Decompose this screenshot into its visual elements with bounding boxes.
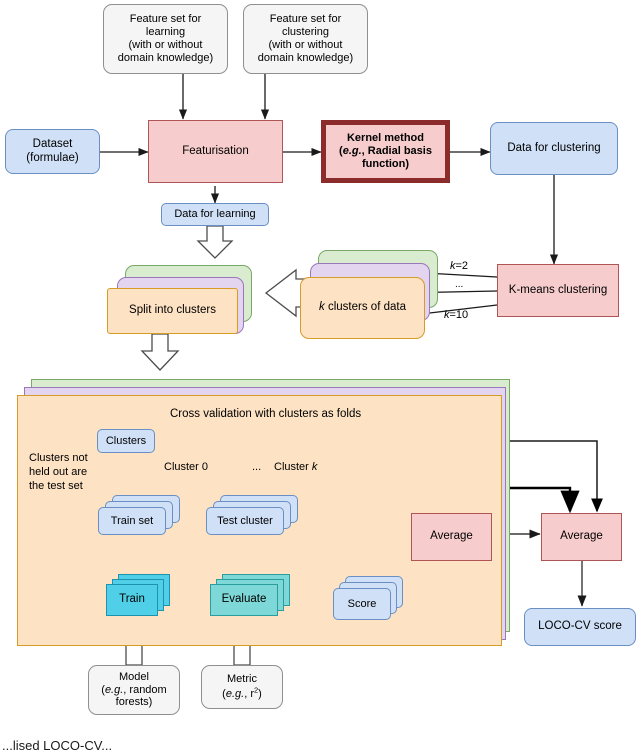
feature-set-learning-line1: Feature set for — [129, 13, 202, 26]
data-for-learning-box: Data for learning — [161, 203, 269, 226]
feature-set-learning-line2: learning — [145, 26, 186, 39]
metric-line2: (e.g., r2) — [222, 685, 262, 700]
dataset-line1: Dataset — [32, 137, 73, 150]
dataset-box: Dataset (formulae) — [5, 129, 100, 174]
feature-set-learning-line3: (with or without — [128, 39, 203, 51]
k-ellipsis-label: ... — [455, 279, 464, 290]
average-inner-box: Average — [411, 513, 492, 561]
train-label: Train — [119, 593, 145, 606]
cv-heading-label: Cross validation with clusters as folds — [170, 408, 362, 420]
model-line1: Model — [119, 670, 149, 683]
clusters-not-held-out-note: Clusters not held out are the test set — [29, 452, 88, 492]
test-cluster-label: Test cluster — [217, 514, 273, 527]
kernel-method-line3: function) — [361, 157, 410, 170]
diagram-canvas: Feature set for learning (with or withou… — [0, 0, 640, 750]
model-line2: (e.g., random — [101, 683, 167, 696]
loco-cv-score-box: LOCO-CV score — [524, 608, 636, 646]
score-label: Score — [347, 597, 377, 610]
evaluate-box: Evaluate — [210, 584, 278, 616]
split-into-clusters-label: Split into clusters — [129, 304, 216, 317]
cluster-ellipsis-label: ... — [252, 461, 262, 473]
average-outer-label: Average — [560, 530, 603, 543]
cluster-k-label: Cluster k — [274, 461, 318, 473]
test-cluster-box: Test cluster — [206, 507, 284, 535]
kernel-method-line2: (e.g., Radial basis — [339, 145, 432, 158]
split-into-clusters-box: Split into clusters — [107, 288, 238, 334]
score-box: Score — [333, 588, 391, 620]
model-line3: forests) — [115, 696, 153, 709]
data-for-clustering-label: Data for clustering — [507, 141, 601, 154]
train-set-box: Train set — [98, 507, 166, 535]
featurisation-label: Featurisation — [182, 144, 249, 157]
feature-set-clustering-line4: domain knowledge) — [257, 51, 354, 64]
k-equals-10-label: k=10 — [444, 309, 469, 321]
clusters-box: Clusters — [97, 429, 155, 453]
k-clusters-of-data-box: k clusters of data — [300, 277, 425, 339]
average-outer-box: Average — [541, 513, 622, 561]
data-for-learning-label: Data for learning — [174, 208, 256, 221]
feature-set-learning-box: Feature set for learning (with or withou… — [103, 4, 228, 74]
kernel-method-line1: Kernel method — [346, 132, 424, 145]
train-box: Train — [106, 584, 158, 616]
dataset-line2: (formulae) — [26, 151, 79, 164]
model-box: Model (e.g., random forests) — [88, 665, 180, 715]
k-clusters-of-data-label: k clusters of data — [319, 301, 406, 314]
featurisation-box: Featurisation — [148, 120, 283, 183]
feature-set-clustering-line2: clustering — [281, 26, 330, 39]
feature-set-learning-line4: domain knowledge) — [117, 51, 214, 64]
data-for-clustering-box: Data for clustering — [490, 122, 618, 175]
kmeans-clustering-label: K-means clustering — [508, 283, 608, 296]
train-set-label: Train set — [110, 514, 154, 527]
kernel-method-box: Kernel method (e.g., Radial basis functi… — [321, 120, 450, 183]
clusters-label: Clusters — [105, 434, 147, 447]
metric-box: Metric (e.g., r2) — [201, 665, 283, 709]
feature-set-clustering-line3: (with or without — [268, 39, 343, 51]
figure-caption: ...lised LOCO-CV... — [2, 738, 113, 750]
feature-set-clustering-line1: Feature set for — [269, 13, 342, 26]
average-inner-label: Average — [430, 530, 473, 543]
cluster-0-label: Cluster 0 — [164, 461, 209, 473]
loco-cv-score-label: LOCO-CV score — [538, 620, 622, 633]
feature-set-clustering-box: Feature set for clustering (with or with… — [243, 4, 368, 74]
evaluate-label: Evaluate — [221, 593, 267, 606]
kmeans-clustering-box: K-means clustering — [497, 264, 619, 317]
metric-line1: Metric — [227, 673, 257, 686]
k-equals-2-label: k=2 — [450, 260, 469, 272]
